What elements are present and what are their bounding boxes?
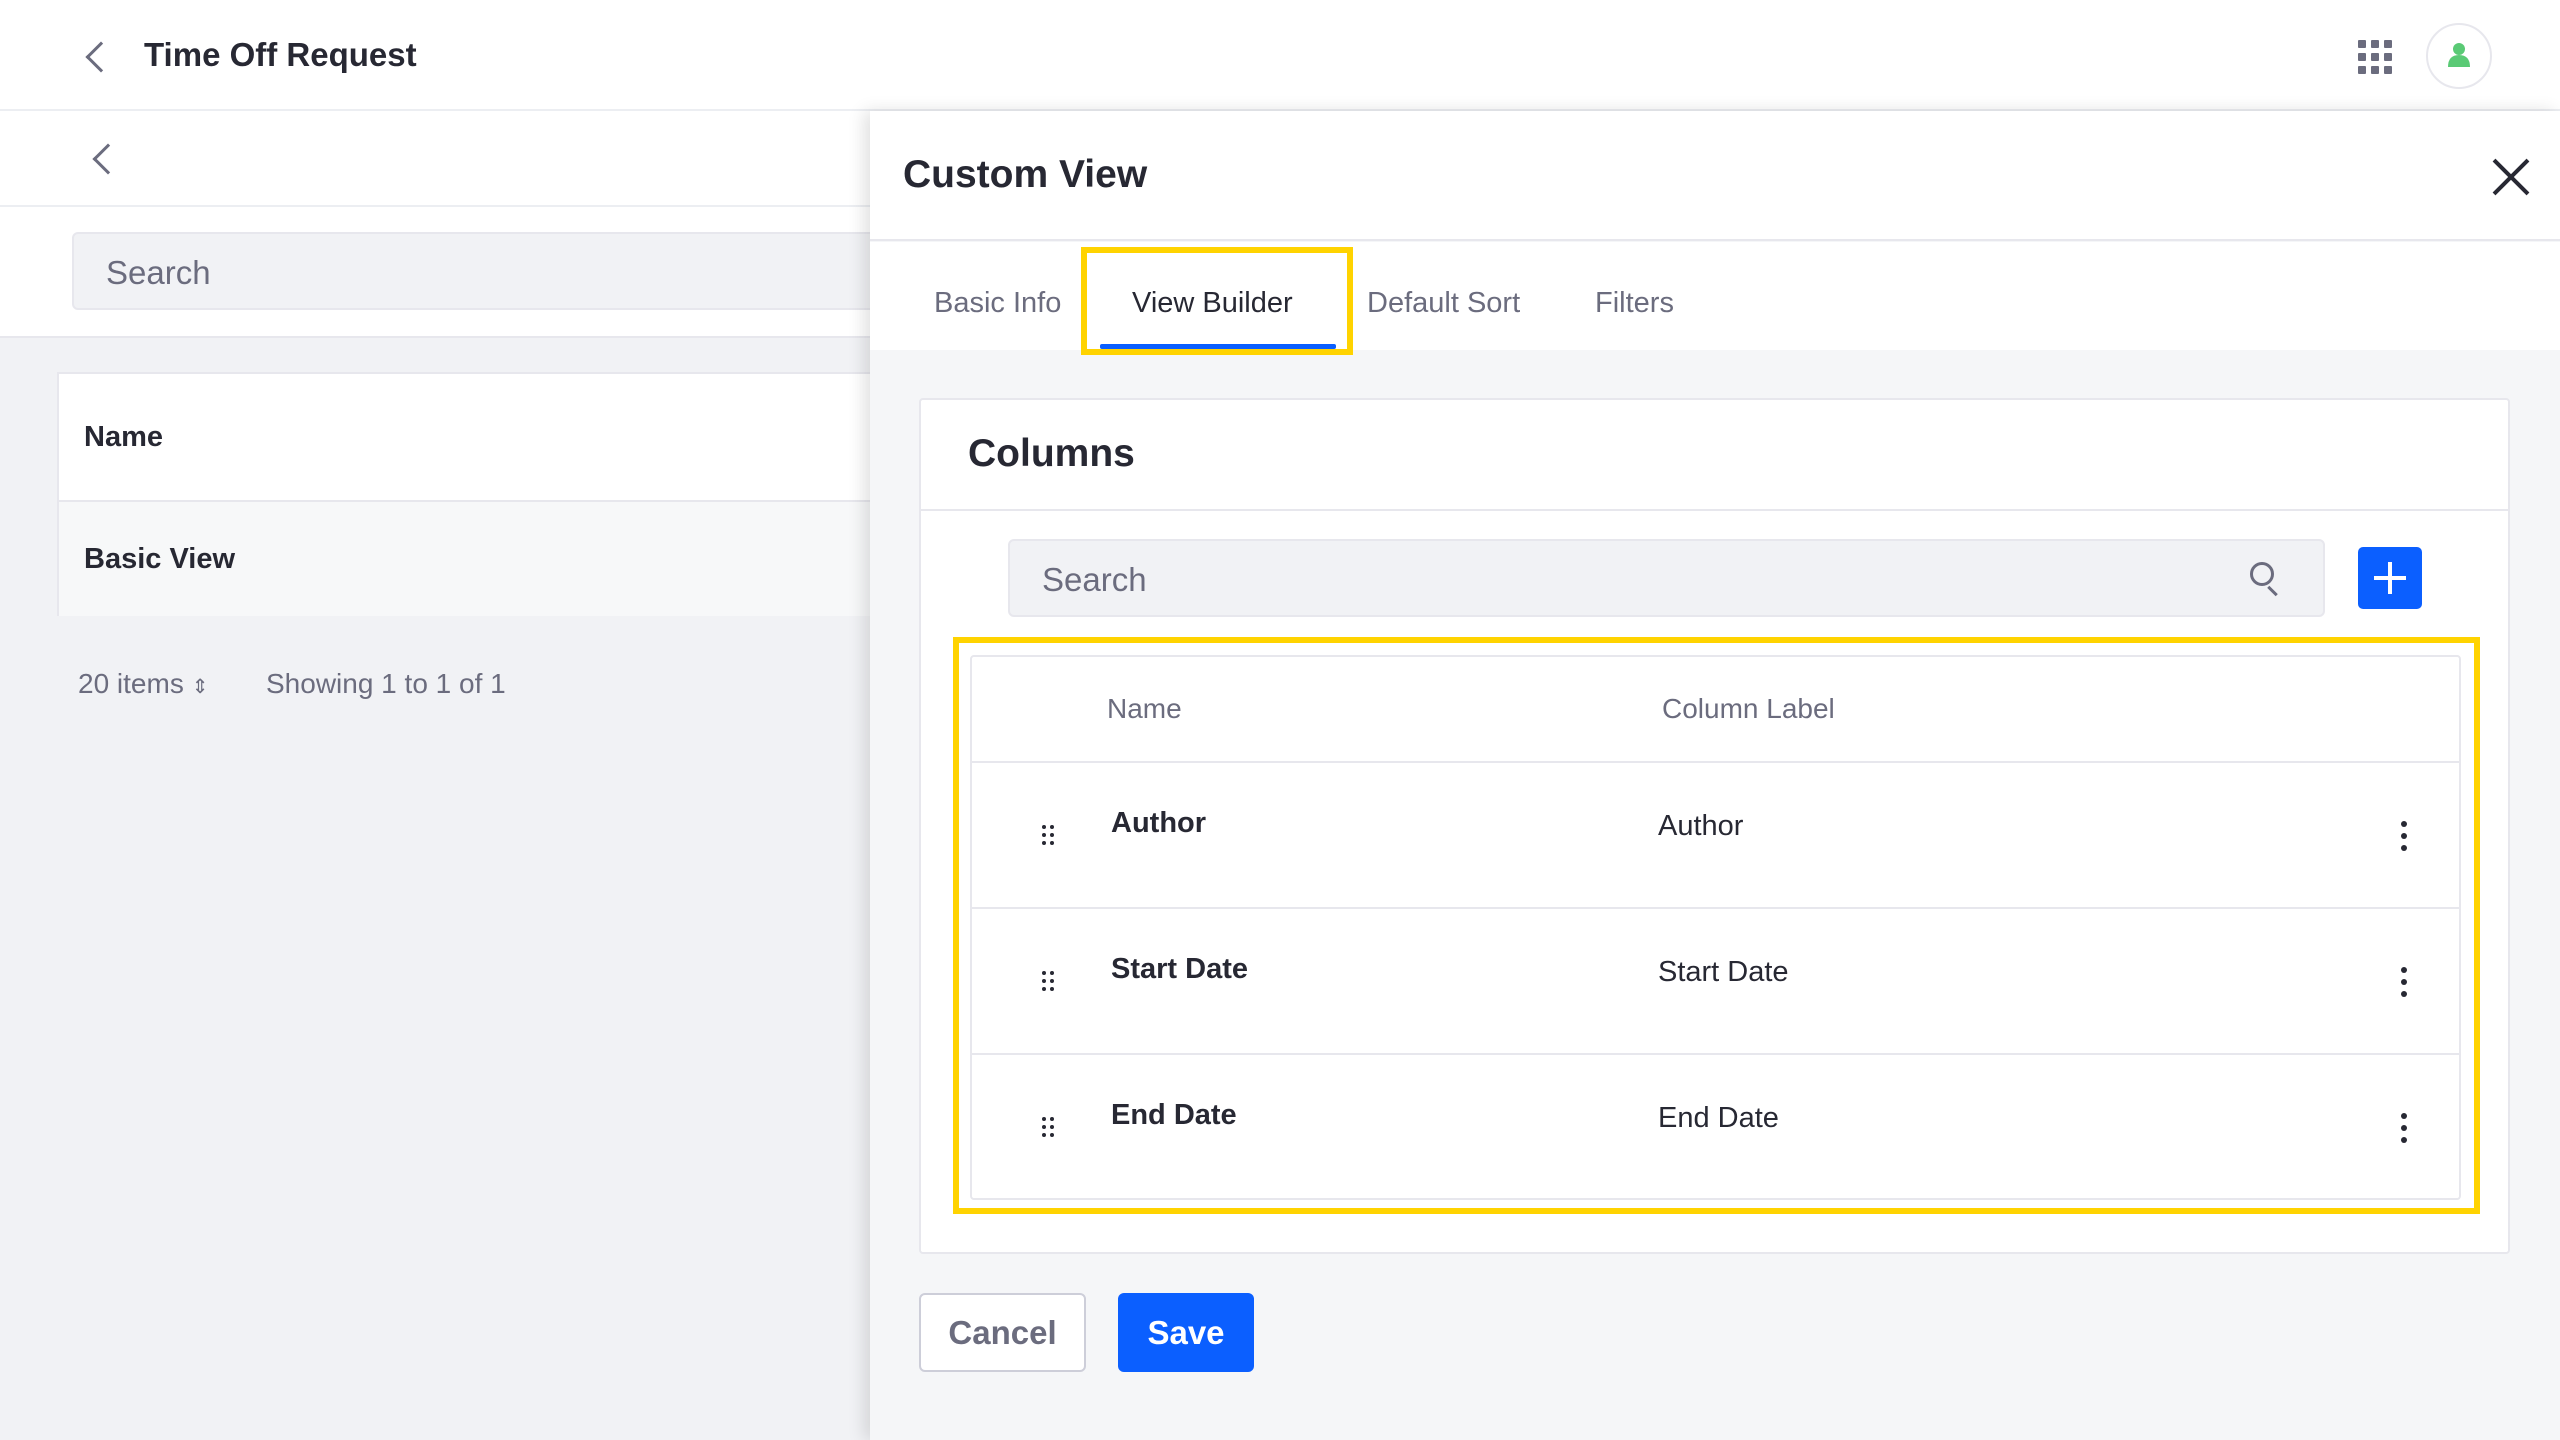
left-subheader xyxy=(0,111,870,207)
highlight-box xyxy=(953,637,2480,1214)
search-input[interactable]: Search xyxy=(72,232,892,310)
pagination-status: Showing 1 to 1 of 1 xyxy=(266,668,506,699)
apps-grid-icon[interactable] xyxy=(2358,40,2392,74)
columns-search-input[interactable]: Search xyxy=(1008,539,2325,617)
tab-filters[interactable]: Filters xyxy=(1595,287,1674,320)
avatar[interactable] xyxy=(2426,23,2492,89)
add-column-button[interactable] xyxy=(2358,547,2422,609)
tab-basic-info[interactable]: Basic Info xyxy=(934,287,1061,320)
save-button[interactable]: Save xyxy=(1118,1293,1254,1372)
sort-arrows-icon: ⇕ xyxy=(191,676,209,698)
close-icon[interactable] xyxy=(2490,156,2532,198)
tab-default-sort[interactable]: Default Sort xyxy=(1367,287,1520,320)
table-header-name: Name xyxy=(59,374,885,502)
search-icon[interactable] xyxy=(2250,562,2274,586)
page-title: Time Off Request xyxy=(144,36,417,73)
items-per-page-select[interactable]: 20 items ⇕ xyxy=(78,668,208,700)
items-per-page-label: 20 items xyxy=(78,668,184,699)
table-row[interactable]: Basic View xyxy=(59,502,885,616)
modal-title: Custom View xyxy=(903,153,1148,196)
cancel-button[interactable]: Cancel xyxy=(919,1293,1086,1372)
highlight-box xyxy=(1081,247,1353,355)
views-table: Name Basic View xyxy=(57,372,887,616)
columns-title: Columns xyxy=(968,432,1135,475)
user-icon xyxy=(2448,43,2470,67)
divider xyxy=(921,509,2508,511)
